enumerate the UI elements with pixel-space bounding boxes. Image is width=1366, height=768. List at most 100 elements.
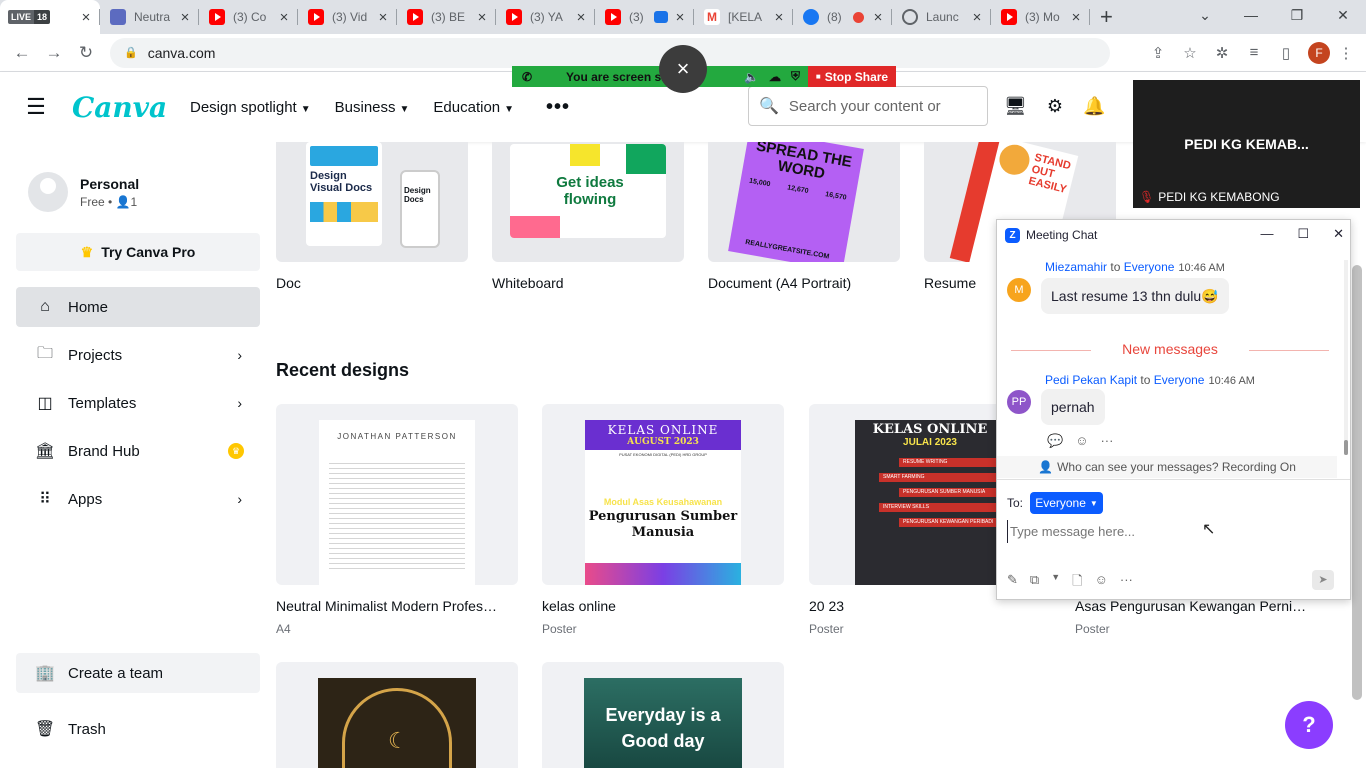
design-card[interactable]: Everyday is a Good day xyxy=(542,662,784,768)
side-panel-icon[interactable]: ▯ xyxy=(1270,44,1302,62)
chat-scrollbar[interactable] xyxy=(1344,260,1348,455)
close-tab-icon[interactable]: × xyxy=(870,9,886,26)
close-tab-icon[interactable]: × xyxy=(276,9,292,26)
nav-business[interactable]: Business ▼ xyxy=(335,99,410,116)
minimize-button[interactable]: — xyxy=(1260,226,1273,242)
close-tab-icon[interactable]: × xyxy=(78,9,94,26)
sidebar-item-templates[interactable]: ◫ Templates › xyxy=(16,383,260,423)
settings-gear-icon[interactable]: ⚙ xyxy=(1047,96,1063,117)
template-document-a4[interactable]: SPREAD THE WORD 15,000 12,670 16,570 REA… xyxy=(708,142,900,262)
profile-avatar[interactable]: F xyxy=(1308,41,1330,64)
emoji-react-icon[interactable]: ☺ xyxy=(1075,433,1088,449)
file-icon[interactable]: 🗋 xyxy=(1072,572,1082,594)
notifications-bell-icon[interactable]: 🔔 xyxy=(1083,96,1105,117)
participant-video[interactable]: PEDI KG KEMAB... 🎙 PEDI KG KEMABONG xyxy=(1133,80,1360,208)
tab-youtube-5[interactable]: (3) × xyxy=(595,0,694,34)
restore-button[interactable]: ❐ xyxy=(1274,0,1320,30)
template-doc[interactable]: Design Visual Docs Design Docs xyxy=(276,142,468,262)
sidebar-item-brand-hub[interactable]: 🏛 Brand Hub ♛ xyxy=(16,431,260,471)
design-title[interactable]: kelas online xyxy=(542,598,784,614)
close-tab-icon[interactable]: × xyxy=(177,9,193,26)
new-tab-button[interactable]: + xyxy=(1100,4,1113,30)
recipient-dropdown[interactable]: Everyone ▼ xyxy=(1030,492,1103,514)
bookmark-star-icon[interactable]: ☆ xyxy=(1174,44,1206,62)
message-bubble[interactable]: Last resume 13 thn dulu😅 xyxy=(1041,278,1229,314)
tab-search-icon[interactable]: ⌄ xyxy=(1182,0,1228,30)
message-bubble[interactable]: pernah xyxy=(1041,389,1105,425)
design-card[interactable]: KELAS ONLINE AUGUST 2023 PUSAT EKONOMI D… xyxy=(542,404,784,585)
chat-message-input[interactable] xyxy=(1007,520,1327,543)
tab-facebook[interactable]: (8) × xyxy=(793,0,892,34)
tab-gmail[interactable]: M [KELA × xyxy=(694,0,793,34)
chevron-down-icon[interactable]: ▼ xyxy=(1051,572,1060,594)
audio-icon[interactable]: 🔈 xyxy=(744,70,759,84)
visibility-text: Who can see your messages? Recording On xyxy=(1057,460,1296,474)
desktop-app-icon[interactable]: 🖥 xyxy=(1004,96,1027,117)
minimize-button[interactable]: — xyxy=(1228,0,1274,30)
chat-scroll-thumb[interactable] xyxy=(1344,440,1348,455)
send-button[interactable]: ➤ xyxy=(1312,570,1334,590)
tab-youtube-3[interactable]: (3) BE × xyxy=(397,0,496,34)
back-icon[interactable]: ← xyxy=(6,43,38,63)
extensions-icon[interactable]: ✲ xyxy=(1206,44,1238,62)
close-tab-icon[interactable]: × xyxy=(474,9,490,26)
visibility-notice[interactable]: 👤 Who can see your messages? Recording On xyxy=(997,456,1337,478)
menu-kebab-icon[interactable]: ⋮ xyxy=(1330,44,1362,62)
share-icon[interactable]: ⇪ xyxy=(1142,44,1174,62)
more-icon[interactable]: ··· xyxy=(1120,572,1133,594)
try-canva-pro-button[interactable]: ♛ Try Canva Pro xyxy=(16,233,260,271)
search-box[interactable]: 🔍 Search your content or xyxy=(748,86,988,126)
nav-education[interactable]: Education ▼ xyxy=(433,99,514,116)
tab-youtube-2[interactable]: (3) Vid × xyxy=(298,0,397,34)
tab-neutral[interactable]: Neutra × xyxy=(100,0,199,34)
screenshot-icon[interactable]: ⧉ xyxy=(1030,572,1039,594)
design-title[interactable]: Asas Pengurusan Kewangan Perni… xyxy=(1075,598,1317,614)
close-button[interactable]: ✕ xyxy=(1333,226,1344,242)
close-window-button[interactable]: ✕ xyxy=(1320,0,1366,30)
sender-name[interactable]: Miezamahir xyxy=(1045,260,1107,274)
design-card[interactable]: ☾ xyxy=(276,662,518,768)
help-button[interactable]: ? xyxy=(1285,701,1333,749)
create-team-button[interactable]: 🏢 Create a team xyxy=(16,653,260,693)
close-tab-icon[interactable]: × xyxy=(375,9,391,26)
format-icon[interactable]: ✎ xyxy=(1007,572,1018,594)
emoji-icon[interactable]: ☺ xyxy=(1095,572,1108,594)
sidebar-item-home[interactable]: ⌂ Home xyxy=(16,287,260,327)
template-whiteboard[interactable]: Get ideas flowing xyxy=(492,142,684,262)
forward-icon[interactable]: → xyxy=(38,43,70,63)
tab-youtube-6[interactable]: (3) Mo × xyxy=(991,0,1090,34)
close-icon[interactable]: × xyxy=(659,45,707,93)
tab-youtube-4[interactable]: (3) YA × xyxy=(496,0,595,34)
maximize-button[interactable]: ☐ xyxy=(1297,226,1309,242)
more-icon[interactable]: ··· xyxy=(1100,433,1113,449)
sidebar-item-trash[interactable]: 🗑 Trash xyxy=(16,709,260,749)
sidebar-item-projects[interactable]: 🗀 Projects › xyxy=(16,335,260,375)
nav-design-spotlight[interactable]: Design spotlight ▼ xyxy=(190,99,311,116)
design-title[interactable]: Neutral Minimalist Modern Profes… xyxy=(276,598,518,614)
canva-logo[interactable]: Canva xyxy=(72,91,190,124)
design-card[interactable]: JONATHAN PATTERSON xyxy=(276,404,518,585)
sidebar-item-apps[interactable]: ⠿ Apps › xyxy=(16,479,260,519)
reload-icon[interactable]: ↻ xyxy=(70,43,102,63)
close-tab-icon[interactable]: × xyxy=(771,9,787,26)
hamburger-menu-icon[interactable]: ☰ xyxy=(0,94,72,120)
tab-launch[interactable]: Launc × xyxy=(892,0,991,34)
lock-icon: 🔒 xyxy=(124,47,138,59)
url-field[interactable]: 🔒 canva.com xyxy=(110,37,1110,68)
tab-live[interactable]: LIVE 18 × xyxy=(0,0,100,34)
page-scrollbar[interactable] xyxy=(1352,265,1362,700)
cloud-icon[interactable]: ☁ xyxy=(769,70,781,84)
reply-icon[interactable]: 💬 xyxy=(1047,433,1063,449)
more-options-icon[interactable]: ••• xyxy=(546,96,570,119)
sender-name[interactable]: Pedi Pekan Kapit xyxy=(1045,373,1137,387)
tab-youtube-1[interactable]: (3) Co × xyxy=(199,0,298,34)
media-icon[interactable]: ≡ xyxy=(1238,44,1270,61)
shield-icon[interactable]: ⛨ xyxy=(791,69,800,84)
account-info[interactable]: Personal Free • 👤1 xyxy=(0,142,276,212)
design-title[interactable]: 20 23 xyxy=(809,598,1051,614)
close-tab-icon[interactable]: × xyxy=(969,9,985,26)
close-tab-icon[interactable]: × xyxy=(573,9,589,26)
stop-share-button[interactable]: ■ Stop Share xyxy=(808,66,896,87)
close-tab-icon[interactable]: × xyxy=(1068,9,1084,26)
close-tab-icon[interactable]: × xyxy=(672,9,688,26)
